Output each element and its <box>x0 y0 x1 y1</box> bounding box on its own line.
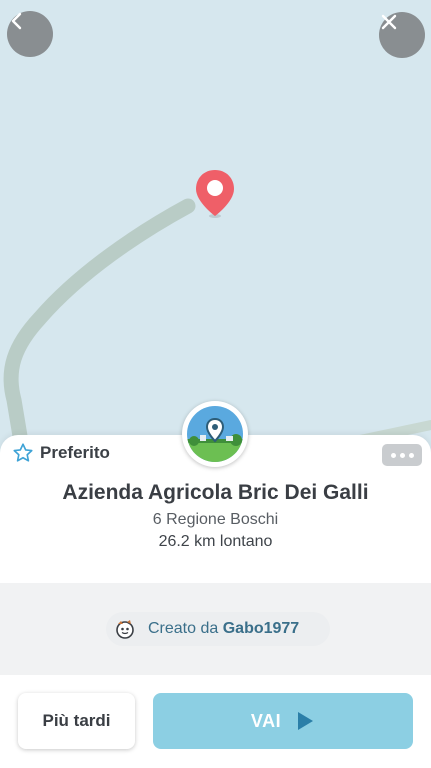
close-icon <box>381 14 397 30</box>
map-road <box>3 198 196 460</box>
go-label: VAI <box>250 710 282 731</box>
location-pin-icon[interactable] <box>196 170 234 218</box>
place-name: Azienda Agricola Bric Dei Galli <box>62 481 369 504</box>
farm-location-icon <box>187 406 243 462</box>
more-dots-icon <box>390 452 396 458</box>
wazer-avatar-icon <box>116 620 134 639</box>
close-button[interactable] <box>379 12 425 58</box>
go-button[interactable]: VAI <box>153 693 413 749</box>
more-dot <box>399 452 405 458</box>
place-preview-screen: Preferito Azienda Agricola Bric Dei Gall… <box>0 0 431 768</box>
star-outline-icon <box>13 443 33 462</box>
chevron-left-icon <box>11 12 22 30</box>
back-button[interactable] <box>7 11 53 57</box>
more-options-button[interactable] <box>382 444 422 466</box>
favorite-label: Preferito <box>40 443 110 462</box>
map-road-layer <box>3 170 431 460</box>
creator-prefix: Creato da <box>148 620 223 637</box>
place-category-thumbnail <box>182 401 248 467</box>
more-dot <box>408 452 414 458</box>
play-arrow-icon <box>298 712 314 730</box>
map-view[interactable] <box>0 0 431 460</box>
place-address: 6 Regione Boschi <box>152 511 279 528</box>
favorite-toggle[interactable]: Preferito <box>12 442 110 464</box>
creator-chip[interactable]: Creato da Gabo1977 <box>106 612 330 646</box>
later-button[interactable]: Più tardi <box>18 693 135 749</box>
place-distance: 26.2 km lontano <box>158 533 273 550</box>
creator-username: Gabo1977 <box>222 620 300 637</box>
creator-text: Creato da Gabo1977 <box>148 620 299 638</box>
